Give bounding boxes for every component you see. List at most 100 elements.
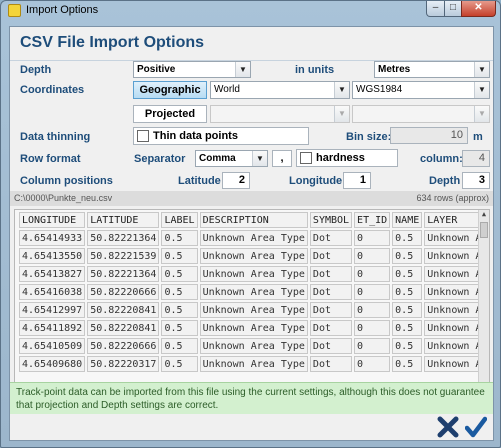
column-header[interactable]: LATITUDE [87,212,160,228]
column-header[interactable]: NAME [392,212,423,228]
thin-data-points-checkbox[interactable]: Thin data points [133,127,309,145]
bin-size-field[interactable]: 10 [390,127,468,144]
close-button[interactable]: ✕ [461,1,496,17]
table-cell: Unknown Area Type [199,284,308,300]
table-cell: Dot [309,320,353,336]
table-cell: 4.65416038 [19,284,86,300]
table-row[interactable]: 4.65410509 50.82220666 0.5 Unknown Area Typ… [19,338,489,354]
table-cell: 0 [354,302,391,318]
vertical-scrollbar[interactable]: ▲ [478,210,489,382]
ellipsoid-select[interactable]: WGS1984 ▼ [352,81,490,99]
table-cell: Dot [309,230,353,246]
zone-select[interactable]: ▼ [352,105,490,123]
table-cell: Unknown Area Type [199,356,308,372]
bin-unit-label: m [473,131,483,143]
chevron-down-icon: ▼ [334,106,349,122]
table-cell: 4.65413550 [19,248,86,264]
maximize-button[interactable]: □ [444,1,462,17]
import-options-window: Import Options – □ ✕ CSV File Import Opt… [0,0,501,448]
table-cell: Dot [309,284,353,300]
title-bar[interactable]: Import Options – □ ✕ [1,1,500,21]
data-thinning-label: Data thinning [20,131,91,143]
checkbox[interactable] [300,152,312,164]
app-icon [8,4,21,17]
geographic-button[interactable]: Geographic [133,81,207,99]
other-separator-field[interactable]: , [272,150,292,167]
column-label: column: [420,153,463,165]
table-cell: 4.65412997 [19,302,86,318]
hardness-checkbox[interactable]: hardness [296,149,398,167]
table-cell: Unknown Area Type [199,320,308,336]
table-cell: Unknown Area Type [199,302,308,318]
table-row[interactable]: 4.65414933 50.82221364 0.5 Unknown Area Typ… [19,230,489,246]
depth-sign-select[interactable]: Positive ▼ [133,61,251,78]
depth-sign-value: Positive [137,64,176,75]
table-cell: 0 [354,356,391,372]
latitude-label: Latitude [178,175,221,187]
thin-data-points-label: Thin data points [153,130,238,142]
table-cell: 0.5 [161,284,198,300]
table-cell: 0.5 [161,356,198,372]
table-cell: 0.5 [392,320,423,336]
table-cell: 4.65409680 [19,356,86,372]
latitude-column-field[interactable]: 2 [222,172,250,189]
table-cell: 4.65411892 [19,320,86,336]
table-cell: Unknown Area Type [199,230,308,246]
table-cell: 0 [354,248,391,264]
table-cell: 0 [354,230,391,246]
table-cell: 0 [354,338,391,354]
table-cell: Dot [309,302,353,318]
scroll-thumb[interactable] [480,222,488,238]
projected-button[interactable]: Projected [133,105,207,123]
depth-units-select[interactable]: Metres ▼ [374,61,490,78]
datum-value: World [214,84,240,95]
separator-select[interactable]: Comma ▼ [195,150,268,167]
table-cell: 0.5 [161,302,198,318]
table-cell: Unknown Area Type [199,266,308,282]
table-row[interactable]: 4.65411892 50.82220841 0.5 Unknown Area Typ… [19,320,489,336]
checkbox[interactable] [137,130,149,142]
depth-units-value: Metres [378,64,411,75]
table-cell: 0.5 [161,266,198,282]
chevron-down-icon: ▼ [474,106,489,122]
table-cell: 50.82220841 [87,320,160,336]
table-cell: 0.5 [392,230,423,246]
table-cell: 0.5 [392,338,423,354]
chevron-down-icon: ▼ [474,62,489,77]
file-info-bar: C:\0000\Punkte_neu.csv 634 rows (approx) [10,191,493,206]
hardness-column-field[interactable]: 4 [462,150,490,167]
table-cell: 0.5 [161,338,198,354]
table-row[interactable]: 4.65416038 50.82220666 0.5 Unknown Area Typ… [19,284,489,300]
table-cell: 0.5 [392,356,423,372]
table-cell: 50.82220841 [87,302,160,318]
longitude-column-field[interactable]: 1 [343,172,371,189]
data-preview-grid[interactable]: LONGITUDE LATITUDE LABEL DESCRIPTION SYMBOL E… [14,209,490,383]
table-row[interactable]: 4.65412997 50.82220841 0.5 Unknown Area Typ… [19,302,489,318]
column-positions-label: Column positions [20,175,113,187]
depth-column-field[interactable]: 3 [462,172,490,189]
minimize-button[interactable]: – [426,1,445,17]
column-header[interactable]: LONGITUDE [19,212,86,228]
column-header[interactable]: ET_ID [354,212,391,228]
table-cell: 0 [354,284,391,300]
table-cell: 50.82220317 [87,356,160,372]
bin-size-label: Bin size: [346,131,392,143]
table-row[interactable]: 4.65413827 50.82221364 0.5 Unknown Area Typ… [19,266,489,282]
chevron-down-icon: ▼ [235,62,250,77]
cancel-icon [437,416,459,438]
cancel-button[interactable] [437,416,459,438]
column-header[interactable]: DESCRIPTION [199,212,308,228]
ellipsoid-value: WGS1984 [356,84,403,95]
column-header[interactable]: LABEL [161,212,198,228]
table-cell: 4.65414933 [19,230,86,246]
table-cell: Dot [309,266,353,282]
table-cell: 0.5 [392,302,423,318]
scroll-up-icon[interactable]: ▲ [479,210,489,220]
projection-select[interactable]: ▼ [210,105,350,123]
datum-select[interactable]: World ▼ [210,81,350,99]
table-row[interactable]: 4.65413550 50.82221539 0.5 Unknown Area Typ… [19,248,489,264]
table-row[interactable]: 4.65409680 50.82220317 0.5 Unknown Area Typ… [19,356,489,372]
column-header[interactable]: SYMBOL [309,212,353,228]
ok-button[interactable] [465,416,487,438]
table-cell: Dot [309,356,353,372]
